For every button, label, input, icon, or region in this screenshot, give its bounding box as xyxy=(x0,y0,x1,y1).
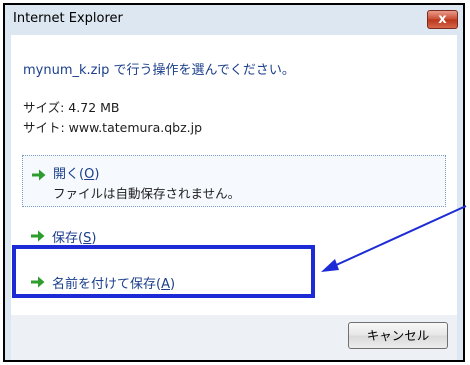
open-label: 開く(O) xyxy=(53,167,100,182)
highlight-box xyxy=(12,245,315,298)
window-title: Internet Explorer xyxy=(13,11,123,26)
prompt-text: mynum_k.zip で行う操作を選んでください。 xyxy=(23,63,295,78)
open-sublabel: ファイルは自動保存されません。 xyxy=(53,186,241,201)
button-panel: キャンセル xyxy=(11,315,457,360)
green-arrow-icon xyxy=(31,230,45,242)
save-label: 保存(S) xyxy=(52,231,97,246)
ie-download-dialog: Internet Explorer x mynum_k.zip で行う操作を選ん… xyxy=(3,3,465,362)
file-site: サイト: www.tatemura.qbz.jp xyxy=(23,120,203,135)
file-size: サイズ: 4.72 MB xyxy=(23,100,120,115)
close-button[interactable]: x xyxy=(427,10,458,29)
open-option[interactable]: 開く(O) ファイルは自動保存されません。 xyxy=(22,155,446,207)
title-bar[interactable]: Internet Explorer x xyxy=(5,5,463,35)
cancel-button[interactable]: キャンセル xyxy=(348,322,448,349)
green-arrow-icon xyxy=(32,169,46,181)
